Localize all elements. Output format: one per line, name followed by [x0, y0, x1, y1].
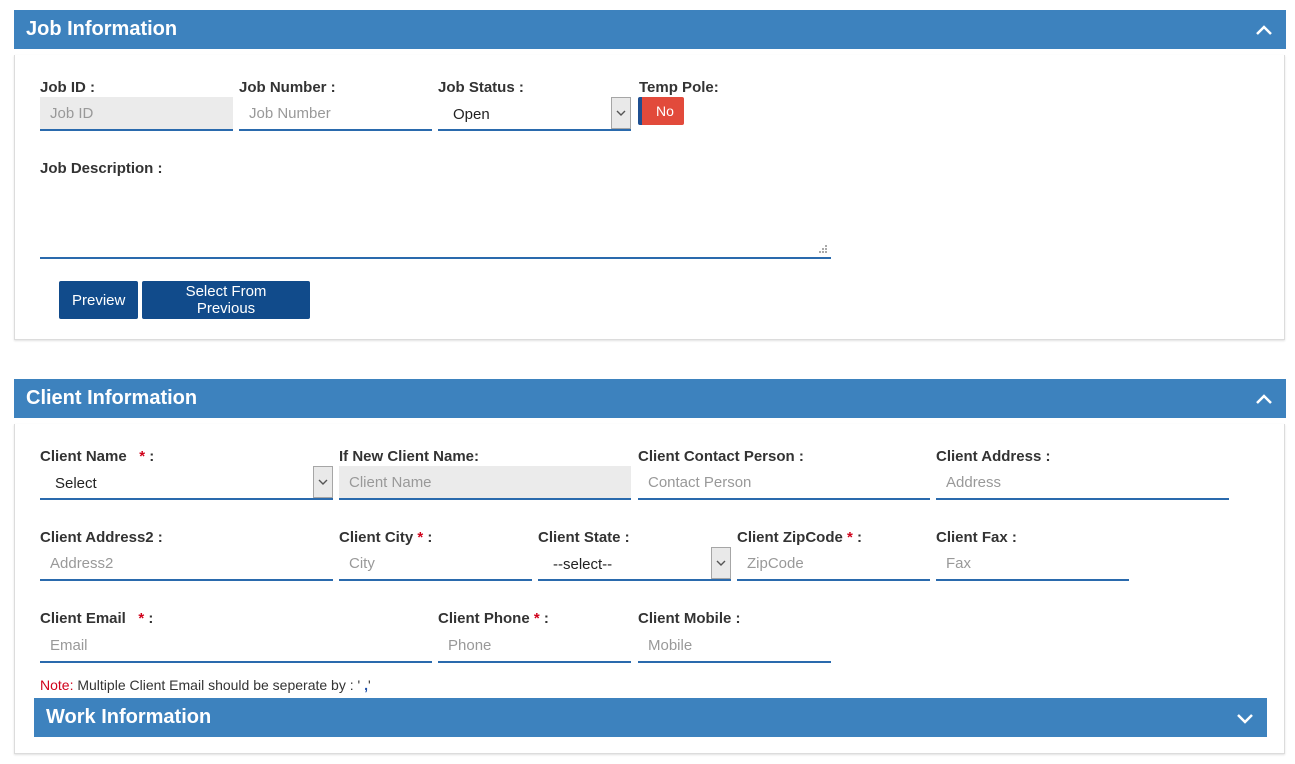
label-colon: : — [857, 529, 863, 546]
label-colon: : — [427, 529, 433, 546]
chevron-down-icon — [716, 560, 726, 566]
client-state-label: Client State : — [538, 529, 630, 546]
email-note: Note: Multiple Client Email should be se… — [40, 677, 371, 693]
client-name-label: Client Name * : — [40, 448, 154, 465]
temp-pole-value: No — [656, 103, 674, 119]
client-name-select[interactable]: Select — [40, 466, 333, 500]
note-text: Multiple Client Email should be seperate… — [73, 677, 361, 693]
required-mark: * — [138, 610, 145, 627]
client-name-value: Select — [55, 475, 97, 492]
client-address-input[interactable] — [936, 466, 1229, 500]
job-number-label: Job Number : — [239, 79, 336, 96]
client-zip-label-text: Client ZipCode — [737, 529, 843, 546]
client-address2-input[interactable] — [40, 547, 333, 581]
note-comma: , — [360, 677, 368, 693]
select-arrow[interactable] — [313, 466, 333, 498]
client-info-header[interactable]: Client Information — [14, 379, 1286, 418]
label-colon: : — [148, 610, 154, 627]
required-mark: * — [847, 529, 853, 546]
select-arrow[interactable] — [611, 97, 631, 129]
client-address2-label: Client Address2 : — [40, 529, 163, 546]
new-client-name-label: If New Client Name: — [339, 448, 480, 465]
label-colon: : — [543, 610, 549, 627]
resize-grip-icon[interactable] — [818, 244, 828, 254]
job-id-label: Job ID : — [40, 79, 95, 96]
client-address-label: Client Address : — [936, 448, 1051, 465]
temp-pole-toggle[interactable]: No — [638, 97, 684, 125]
job-description-textarea[interactable] — [40, 184, 831, 259]
client-zip-label: Client ZipCode * : — [737, 529, 862, 546]
client-phone-label: Client Phone * : — [438, 610, 549, 627]
select-arrow[interactable] — [711, 547, 731, 579]
client-mobile-label: Client Mobile : — [638, 610, 741, 627]
client-phone-label-text: Client Phone — [438, 610, 530, 627]
client-email-label: Client Email * : — [40, 610, 153, 627]
job-id-input[interactable] — [40, 97, 233, 131]
job-info-title: Job Information — [26, 18, 178, 40]
preview-button[interactable]: Preview — [59, 281, 138, 319]
job-description-label: Job Description : — [40, 160, 163, 177]
client-zip-input[interactable] — [737, 547, 930, 581]
client-email-input[interactable] — [40, 629, 432, 663]
chevron-up-icon[interactable] — [1254, 389, 1274, 409]
chevron-up-icon[interactable] — [1254, 20, 1274, 40]
label-colon: : — [149, 448, 155, 465]
job-status-select[interactable]: Open — [438, 97, 631, 131]
required-mark: * — [417, 529, 424, 546]
job-info-header[interactable]: Job Information — [14, 10, 1286, 49]
client-fax-label: Client Fax : — [936, 529, 1017, 546]
client-city-label-text: Client City — [339, 529, 414, 546]
contact-person-label: Client Contact Person : — [638, 448, 804, 465]
client-state-select[interactable]: --select-- — [538, 547, 731, 581]
temp-pole-label: Temp Pole: — [639, 79, 719, 96]
work-info-header[interactable]: Work Information — [34, 698, 1267, 737]
chevron-down-icon — [616, 110, 626, 116]
job-status-value: Open — [453, 106, 490, 123]
client-email-label-text: Client Email — [40, 610, 126, 627]
work-info-title: Work Information — [46, 706, 212, 728]
select-from-previous-button[interactable]: Select From Previous — [142, 281, 310, 319]
chevron-down-icon[interactable] — [1235, 708, 1255, 728]
note-end: ' — [367, 677, 371, 693]
client-info-title: Client Information — [26, 387, 198, 409]
client-mobile-input[interactable] — [638, 629, 831, 663]
client-name-label-text: Client Name — [40, 448, 127, 465]
client-phone-input[interactable] — [438, 629, 631, 663]
client-city-label: Client City * : — [339, 529, 432, 546]
client-fax-input[interactable] — [936, 547, 1129, 581]
client-city-input[interactable] — [339, 547, 532, 581]
required-mark: * — [139, 448, 146, 465]
contact-person-input[interactable] — [638, 466, 930, 500]
new-client-name-input[interactable] — [339, 466, 631, 500]
job-number-input[interactable] — [239, 97, 432, 131]
chevron-down-icon — [318, 479, 328, 485]
required-mark: * — [533, 610, 540, 627]
job-status-label: Job Status : — [438, 79, 524, 96]
client-state-value: --select-- — [553, 556, 613, 573]
note-key: Note: — [40, 677, 74, 693]
